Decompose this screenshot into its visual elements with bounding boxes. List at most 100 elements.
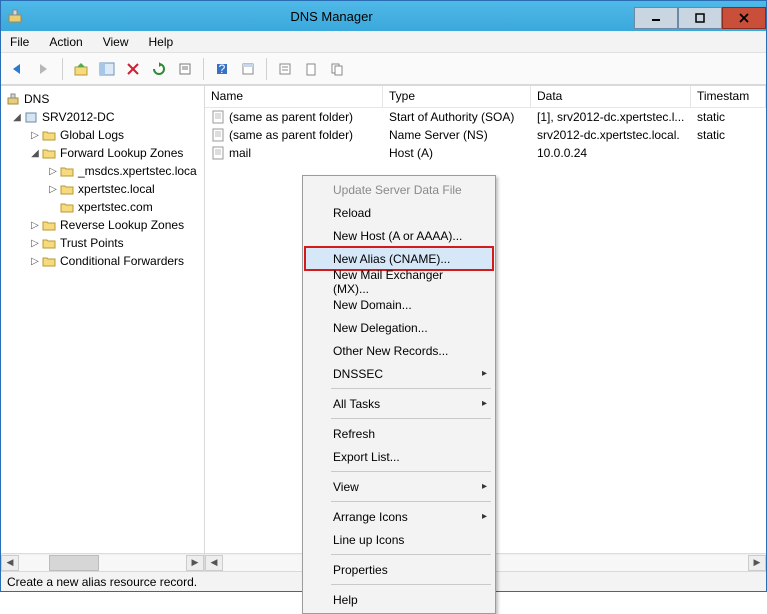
ctx-new-domain[interactable]: New Domain... — [305, 293, 493, 316]
menu-action[interactable]: Action — [45, 33, 86, 51]
record-data: srv2012-dc.xpertstec.local. — [531, 128, 691, 142]
ctx-all-tasks[interactable]: All Tasks — [305, 392, 493, 415]
tree-flz-label: Forward Lookup Zones — [60, 146, 183, 160]
record-row[interactable]: (same as parent folder) Start of Authori… — [205, 108, 766, 126]
col-name[interactable]: Name — [205, 86, 383, 107]
forward-button[interactable] — [33, 58, 55, 80]
new-record-button[interactable] — [300, 58, 322, 80]
tree-forward-lookup-zones[interactable]: ◢ Forward Lookup Zones — [3, 144, 202, 162]
zone-folder-icon — [59, 181, 75, 197]
scroll-right-icon[interactable]: ▶ — [186, 555, 204, 571]
tree-server[interactable]: ◢ SRV2012-DC — [3, 108, 202, 126]
scroll-right-icon[interactable]: ▶ — [748, 555, 766, 571]
tree-zone-com[interactable]: xpertstec.com — [3, 198, 202, 216]
col-timestamp[interactable]: Timestam — [691, 86, 766, 107]
tree-server-label: SRV2012-DC — [42, 110, 114, 124]
tree-reverse-lookup-zones[interactable]: ▷ Reverse Lookup Zones — [3, 216, 202, 234]
scroll-left-icon[interactable]: ◀ — [1, 555, 19, 571]
record-icon — [211, 128, 225, 142]
tree-global-logs-label: Global Logs — [60, 128, 124, 142]
delete-button[interactable] — [122, 58, 144, 80]
refresh-button[interactable] — [148, 58, 170, 80]
app-icon — [1, 1, 29, 31]
tree-rlz-label: Reverse Lookup Zones — [60, 218, 184, 232]
zone-folder-icon — [59, 163, 75, 179]
record-row[interactable]: mail Host (A) 10.0.0.24 — [205, 144, 766, 162]
tree-cond-label: Conditional Forwarders — [60, 254, 184, 268]
dns-icon — [5, 91, 21, 107]
ctx-update-server-data: Update Server Data File — [305, 178, 493, 201]
record-timestamp: static — [691, 110, 766, 124]
ctx-refresh[interactable]: Refresh — [305, 422, 493, 445]
scroll-thumb[interactable] — [49, 555, 99, 571]
ctx-arrange-icons[interactable]: Arrange Icons — [305, 505, 493, 528]
help-button[interactable]: ? — [211, 58, 233, 80]
record-row[interactable]: (same as parent folder) Name Server (NS)… — [205, 126, 766, 144]
tree-body: DNS ◢ SRV2012-DC ▷ Global Logs ◢ Forward… — [1, 86, 204, 553]
ctx-separator — [331, 584, 491, 585]
context-menu: Update Server Data File Reload New Host … — [302, 175, 496, 614]
tree-zone-local-label: xpertstec.local — [78, 182, 155, 196]
back-button[interactable] — [7, 58, 29, 80]
tree-trust-points[interactable]: ▷ Trust Points — [3, 234, 202, 252]
menu-view[interactable]: View — [99, 33, 133, 51]
close-button[interactable] — [722, 7, 766, 29]
tree-zone-msdcs[interactable]: ▷ _msdcs.xpertstec.loca — [3, 162, 202, 180]
record-type: Start of Authority (SOA) — [383, 110, 531, 124]
show-hide-tree-button[interactable] — [96, 58, 118, 80]
properties-button[interactable] — [237, 58, 259, 80]
expand-icon[interactable]: ▷ — [29, 220, 41, 231]
folder-icon — [41, 253, 57, 269]
ctx-properties[interactable]: Properties — [305, 558, 493, 581]
expand-icon[interactable]: ▷ — [47, 166, 59, 177]
expand-icon[interactable]: ▷ — [29, 238, 41, 249]
ctx-separator — [331, 501, 491, 502]
menu-file[interactable]: File — [6, 33, 33, 51]
record-timestamp: static — [691, 128, 766, 142]
expand-icon[interactable]: ▷ — [47, 184, 59, 195]
scroll-left-icon[interactable]: ◀ — [205, 555, 223, 571]
export-button[interactable] — [174, 58, 196, 80]
expand-icon[interactable]: ▷ — [29, 256, 41, 267]
tree-conditional-forwarders[interactable]: ▷ Conditional Forwarders — [3, 252, 202, 270]
expand-icon[interactable]: ▷ — [29, 130, 41, 141]
collapse-icon[interactable]: ◢ — [11, 112, 23, 123]
record-name: (same as parent folder) — [229, 110, 353, 124]
tree-zone-local[interactable]: ▷ xpertstec.local — [3, 180, 202, 198]
tree-global-logs[interactable]: ▷ Global Logs — [3, 126, 202, 144]
col-data[interactable]: Data — [531, 86, 691, 107]
up-button[interactable] — [70, 58, 92, 80]
record-data: [1], srv2012-dc.xpertstec.l... — [531, 110, 691, 124]
list-header: Name Type Data Timestam — [205, 86, 766, 108]
col-type[interactable]: Type — [383, 86, 531, 107]
tree-root-label: DNS — [24, 92, 49, 106]
ctx-new-host[interactable]: New Host (A or AAAA)... — [305, 224, 493, 247]
menubar: File Action View Help — [1, 31, 766, 53]
tree-root-dns[interactable]: DNS — [3, 90, 202, 108]
ctx-separator — [331, 418, 491, 419]
tree-hscrollbar[interactable]: ◀ ▶ — [1, 553, 204, 571]
folder-icon — [41, 217, 57, 233]
ctx-view[interactable]: View — [305, 475, 493, 498]
window-controls — [634, 4, 766, 29]
record-icon — [211, 146, 225, 160]
record-name: mail — [229, 146, 251, 160]
ctx-new-delegation[interactable]: New Delegation... — [305, 316, 493, 339]
minimize-button[interactable] — [634, 7, 678, 29]
ctx-new-mx[interactable]: New Mail Exchanger (MX)... — [305, 270, 493, 293]
collapse-icon[interactable]: ◢ — [29, 148, 41, 159]
ctx-dnssec[interactable]: DNSSEC — [305, 362, 493, 385]
ctx-export[interactable]: Export List... — [305, 445, 493, 468]
folder-icon — [41, 127, 57, 143]
folder-icon — [41, 145, 57, 161]
menu-help[interactable]: Help — [145, 33, 178, 51]
maximize-button[interactable] — [678, 7, 722, 29]
ctx-other-records[interactable]: Other New Records... — [305, 339, 493, 362]
ctx-reload[interactable]: Reload — [305, 201, 493, 224]
ctx-separator — [331, 554, 491, 555]
new-zone-button[interactable] — [326, 58, 348, 80]
ctx-help[interactable]: Help — [305, 588, 493, 611]
filter-button[interactable] — [274, 58, 296, 80]
ctx-lineup-icons[interactable]: Line up Icons — [305, 528, 493, 551]
record-icon — [211, 110, 225, 124]
